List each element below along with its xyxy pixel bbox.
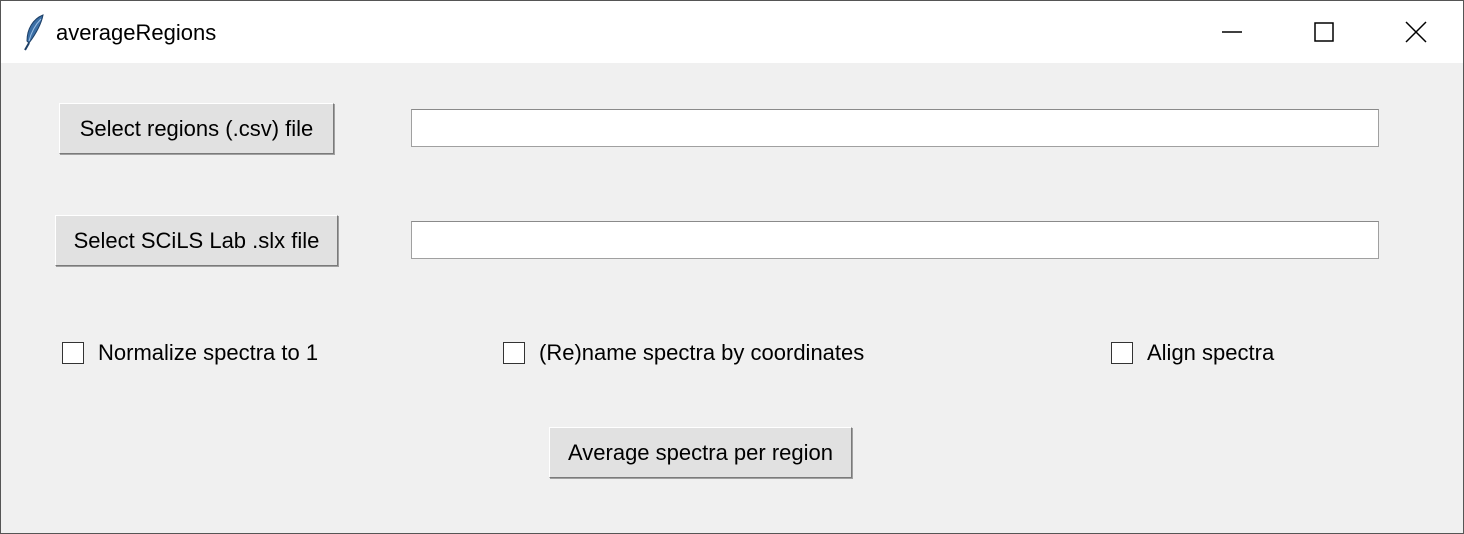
minimize-button[interactable]: [1186, 1, 1278, 63]
regions-path-field[interactable]: [411, 109, 1379, 147]
maximize-button[interactable]: [1278, 1, 1370, 63]
select-slx-button[interactable]: Select SCiLS Lab .slx file: [55, 215, 338, 266]
select-regions-button[interactable]: Select regions (.csv) file: [59, 103, 334, 154]
align-option[interactable]: Align spectra: [1111, 339, 1274, 367]
title-bar[interactable]: averageRegions: [1, 1, 1463, 63]
app-window: averageRegions Select regions (.csv) fil…: [0, 0, 1464, 534]
align-checkbox[interactable]: [1111, 342, 1133, 364]
slx-path-field[interactable]: [411, 221, 1379, 259]
rename-option[interactable]: (Re)name spectra by coordinates: [503, 339, 864, 367]
feather-icon: [24, 14, 44, 51]
average-spectra-button[interactable]: Average spectra per region: [549, 427, 852, 478]
normalize-option[interactable]: Normalize spectra to 1: [62, 339, 318, 367]
minimize-icon: [1222, 31, 1242, 33]
normalize-checkbox[interactable]: [62, 342, 84, 364]
align-label: Align spectra: [1147, 340, 1275, 365]
close-icon: [1405, 21, 1427, 43]
close-button[interactable]: [1370, 1, 1462, 63]
normalize-label: Normalize spectra to 1: [98, 340, 319, 365]
rename-label: (Re)name spectra by coordinates: [539, 340, 865, 365]
maximize-icon: [1314, 22, 1334, 42]
rename-checkbox[interactable]: [503, 342, 525, 364]
window-title: averageRegions: [56, 20, 217, 45]
